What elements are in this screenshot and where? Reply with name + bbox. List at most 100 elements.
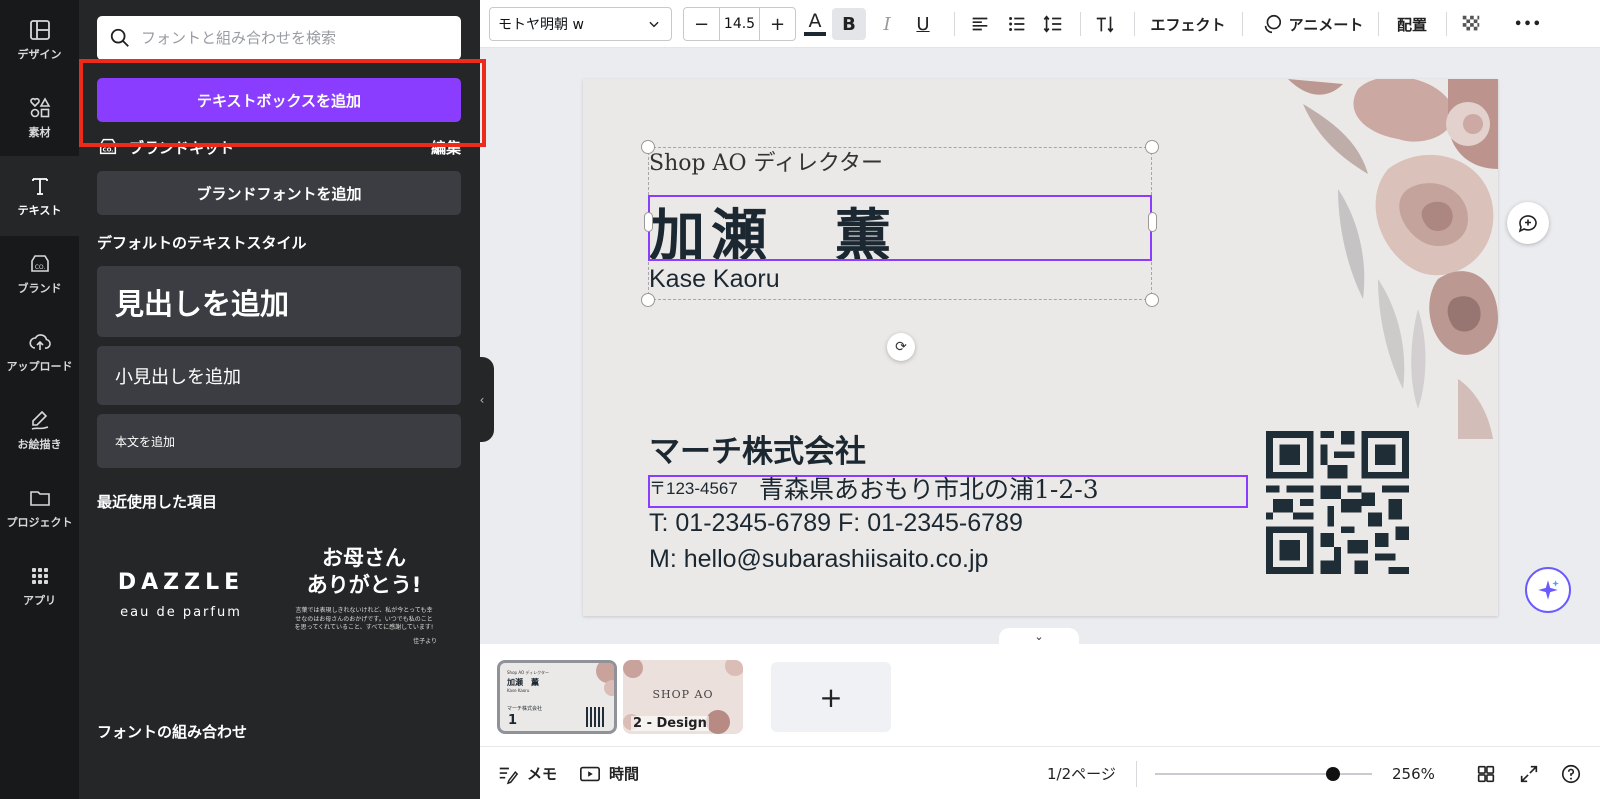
recent-item-line: ありがとう!: [306, 572, 422, 597]
resize-handle[interactable]: [1145, 140, 1159, 154]
font-family-value: モトヤ明朝 w: [498, 17, 584, 33]
selected-address-outline: [648, 475, 1248, 508]
vertical-text-button[interactable]: [1088, 8, 1122, 40]
add-subheading-button[interactable]: 小見出しを追加: [97, 346, 461, 405]
rail-item-projects[interactable]: プロジェクト: [0, 468, 79, 548]
add-heading-button[interactable]: 見出しを追加: [97, 266, 461, 337]
add-page-button[interactable]: +: [771, 662, 891, 732]
zoom-slider-knob[interactable]: [1325, 767, 1340, 781]
spacing-button[interactable]: [1036, 8, 1070, 40]
thumbnail-romaji: Kase Kaoru: [507, 688, 530, 693]
card-email[interactable]: M: hello@subarashiisaito.co.jp: [649, 545, 988, 574]
upload-icon: [28, 334, 51, 350]
recent-item-small-text: 言葉では表現しきれないけれど、私が今とっても幸せなのはお母さんのおかげです。いつ…: [294, 607, 434, 631]
more-options-button[interactable]: •••: [1508, 8, 1548, 40]
underline-button[interactable]: U: [906, 8, 940, 40]
search-input[interactable]: [141, 29, 441, 47]
chevron-left-icon: ‹: [479, 392, 485, 407]
rail-label: アプリ: [23, 594, 56, 607]
chevron-down-icon: ⌄: [1034, 629, 1044, 643]
page-thumbnail-2[interactable]: SHOP AO 2 - Design: [623, 660, 743, 734]
folder-icon: [29, 491, 50, 506]
recent-item-dazzle[interactable]: DAZZLE eau de parfum: [96, 530, 266, 660]
magic-assistant-button[interactable]: [1525, 567, 1571, 613]
notes-button[interactable]: メモ: [497, 747, 557, 799]
notes-icon: [499, 767, 519, 784]
page-label: 2 - Design: [631, 716, 709, 731]
resize-handle[interactable]: [641, 140, 655, 154]
apps-icon: [31, 568, 48, 584]
thumbnail-role: Shop AO ディレクター: [507, 670, 549, 675]
grid-view-icon: [1477, 765, 1495, 782]
rail-label: お絵描き: [17, 438, 62, 451]
bottom-bar: メモ 時間 1/2ページ 256%: [480, 746, 1600, 799]
toolbar-divider: [1134, 12, 1135, 36]
vertical-text-icon: [1096, 16, 1114, 33]
business-card-canvas[interactable]: Shop AO ディレクター 加瀬 薫 Kase Kaoru マーチ株式会社 〒…: [583, 79, 1498, 616]
font-size-decrease-button[interactable]: −: [684, 8, 719, 40]
position-button[interactable]: 配置: [1390, 8, 1434, 40]
font-family-select[interactable]: モトヤ明朝 w: [489, 7, 672, 41]
add-brand-font-button[interactable]: ブランドフォントを追加: [97, 171, 461, 215]
card-company[interactable]: マーチ株式会社: [649, 426, 866, 471]
effects-button[interactable]: エフェクト: [1148, 8, 1228, 40]
toolbar-divider: [1446, 12, 1447, 36]
layout-icon: [29, 20, 50, 40]
grid-view-button[interactable]: [1475, 747, 1497, 799]
help-button[interactable]: [1560, 747, 1582, 799]
recent-item-signature: 佳子より: [413, 638, 437, 646]
text-icon: [31, 178, 48, 195]
italic-button[interactable]: I: [870, 8, 904, 40]
animate-button[interactable]: アニメート: [1258, 8, 1366, 40]
bold-button[interactable]: B: [832, 8, 866, 40]
search-icon: [110, 28, 129, 47]
card-phone[interactable]: T: 01-2345-6789 F: 01-2345-6789: [649, 509, 1023, 538]
search-box[interactable]: [97, 16, 461, 60]
font-size-stepper: − 14.5 +: [683, 7, 796, 41]
brand-icon: CO.: [30, 255, 49, 272]
animate-label: アニメート: [1288, 15, 1364, 34]
resize-handle[interactable]: [1145, 293, 1159, 307]
transparency-button[interactable]: [1456, 8, 1486, 40]
highlight-box: [79, 59, 486, 147]
thumbnail-company: マーチ株式会社: [507, 706, 543, 712]
rail-item-upload[interactable]: アップロード: [0, 312, 79, 392]
align-button[interactable]: [963, 8, 997, 40]
add-body-button[interactable]: 本文を追加: [97, 414, 461, 468]
page-thumbnail-1[interactable]: Shop AO ディレクター 加瀬 薫 Kase Kaoru マーチ株式会社 1: [497, 660, 617, 734]
rail-item-text[interactable]: テキスト: [0, 156, 79, 236]
floral-decoration: [1288, 79, 1498, 439]
text-color-button[interactable]: A: [798, 8, 832, 40]
side-resize-handle[interactable]: [1148, 212, 1157, 232]
rail-item-design[interactable]: デザイン: [0, 0, 79, 80]
list-button[interactable]: [1000, 8, 1034, 40]
rotate-handle[interactable]: ⟳: [887, 333, 915, 361]
resize-handle[interactable]: [641, 293, 655, 307]
panel-collapse-handle[interactable]: ‹: [470, 357, 494, 442]
chevron-down-icon: [649, 21, 659, 28]
help-icon: [1561, 764, 1581, 783]
timer-label: 時間: [609, 765, 640, 783]
timer-play-icon: [580, 766, 600, 781]
left-rail: デザイン 素材 テキスト CO. ブランド アップロード お絵描き プロジェクト…: [0, 0, 79, 799]
zoom-level[interactable]: 256%: [1392, 747, 1435, 799]
font-size-increase-button[interactable]: +: [760, 8, 795, 40]
text-toolbar: モトヤ明朝 w − 14.5 + A B I U エフェクト アニメート 配置 …: [480, 0, 1600, 48]
toolbar-divider: [1242, 12, 1243, 36]
fullscreen-button[interactable]: [1518, 747, 1540, 799]
page-count[interactable]: 1/2ページ: [1047, 747, 1116, 799]
timer-button[interactable]: 時間: [579, 747, 639, 799]
rail-item-brand[interactable]: CO. ブランド: [0, 234, 79, 314]
pages-toggle-tab[interactable]: ⌄: [999, 628, 1079, 644]
text-color-glyph: A: [808, 10, 822, 32]
recent-item-thanks-mom[interactable]: お母さん ありがとう! 言葉では表現しきれないけれど、私が今とっても幸せなのはお…: [279, 530, 449, 660]
rail-item-elements[interactable]: 素材: [0, 78, 79, 158]
add-comment-button[interactable]: [1507, 202, 1549, 244]
align-left-icon: [972, 17, 988, 31]
rail-item-draw[interactable]: お絵描き: [0, 390, 79, 470]
rotate-icon: ⟳: [895, 339, 907, 355]
side-resize-handle[interactable]: [644, 212, 653, 232]
font-size-input[interactable]: 14.5: [719, 8, 760, 40]
svg-text:CO.: CO.: [34, 264, 45, 271]
rail-item-apps[interactable]: アプリ: [0, 546, 79, 626]
